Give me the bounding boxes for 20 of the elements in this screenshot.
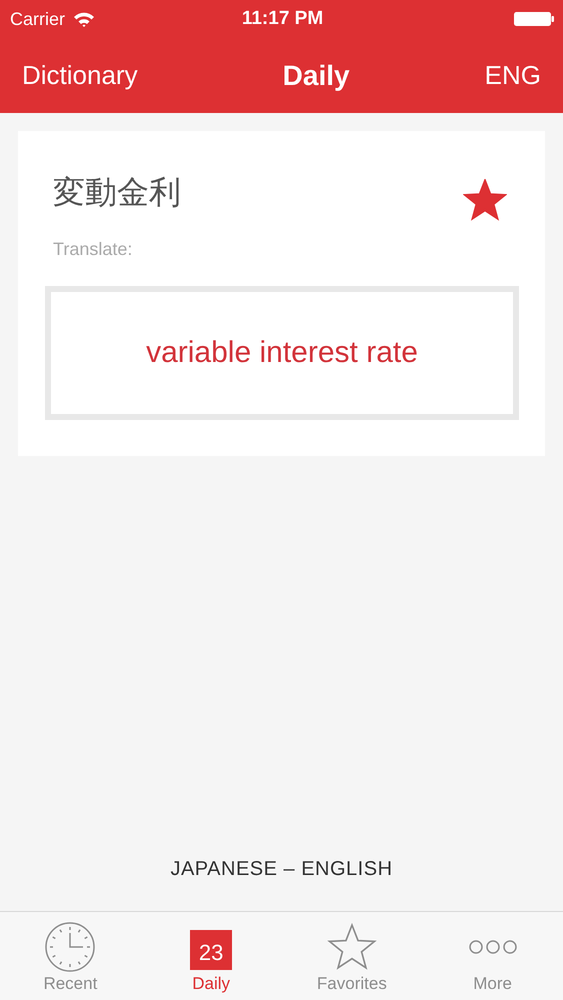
tab[interactable]: 23 Daily [140,912,282,1000]
battery-icon [513,11,556,27]
translation-box: variable interest rate [45,286,519,420]
calendar-icon: 23 [190,930,232,970]
star-icon[interactable] [463,179,507,221]
word-text: 変動金利 [53,172,181,213]
tab[interactable]: Recent [0,912,141,1000]
carrier-name: Carrier [10,8,66,30]
translate-label: Translate: [53,239,134,260]
tab[interactable]: Favorites [282,912,422,1000]
clock-icon [45,922,96,972]
star-icon [326,923,377,971]
nav-title: Daily [282,60,350,92]
language-button[interactable]: ENG [482,58,543,93]
more-icon [468,939,518,955]
dictionary-button[interactable]: Dictionary [20,58,140,93]
wifi-icon [73,11,96,27]
tab[interactable]: More [422,912,563,1000]
status-time: 11:17 PM [242,8,324,30]
language-pair: JAPANESE – ENGLISH [169,858,394,881]
